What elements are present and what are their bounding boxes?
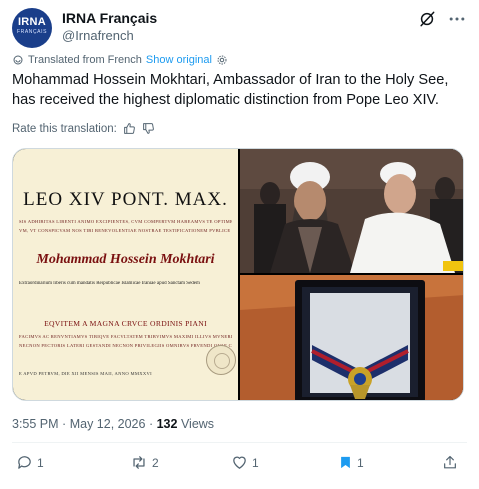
certificate-line: SIS ADHIBITAS LIBENTI ANIMO EXCIPIENTES,… bbox=[19, 219, 232, 224]
media-grid: LEO XIV PONT. MAX. SIS ADHIBITAS LIBENTI… bbox=[12, 148, 464, 401]
share-icon bbox=[444, 455, 456, 469]
like-button[interactable]: 1 bbox=[231, 454, 259, 471]
more-options-icon[interactable] bbox=[447, 9, 467, 29]
repost-icon bbox=[133, 456, 145, 469]
translate-icon bbox=[13, 55, 23, 65]
reply-button[interactable]: 1 bbox=[16, 454, 44, 471]
reply-count: 1 bbox=[37, 455, 44, 470]
like-count: 1 bbox=[252, 455, 259, 470]
views-label: Views bbox=[180, 417, 215, 431]
certificate-order: EQVITEM A MAGNA CRVCE ORDINIS PIANI bbox=[44, 319, 207, 328]
settings-gear-icon[interactable] bbox=[216, 54, 228, 66]
tweet-date[interactable]: May 12, 2026 bbox=[70, 417, 146, 431]
rate-translation: Rate this translation: bbox=[12, 122, 155, 135]
repost-button[interactable]: 2 bbox=[130, 454, 159, 471]
translated-label: Translated from French bbox=[28, 54, 142, 66]
meta-separator: · bbox=[62, 417, 67, 431]
repost-count: 2 bbox=[152, 455, 159, 470]
tweet-header: IRNA FRANÇAIS IRNA Français @Irnafrench bbox=[12, 6, 467, 48]
meta-separator: · bbox=[148, 417, 154, 431]
papal-seal-icon bbox=[206, 345, 236, 375]
tweet-text: Mohammad Hossein Mokhtari, Ambassador of… bbox=[12, 72, 449, 108]
avatar-logo-subtext: FRANÇAIS bbox=[16, 29, 48, 35]
certificate-recipient: Mohammad Hossein Mokhtari bbox=[36, 252, 215, 267]
heart-icon bbox=[233, 456, 246, 469]
tweet-actions: 1 2 1 1 bbox=[12, 452, 467, 476]
display-name[interactable]: IRNA Français bbox=[62, 10, 157, 26]
tweet-time[interactable]: 3:55 PM bbox=[12, 417, 59, 431]
show-original-link[interactable]: Show original bbox=[146, 54, 212, 66]
avatar-logo-text: IRNA bbox=[17, 16, 47, 28]
certificate-line: VM, VT CONSPICVAM NOS TIBI BENEVOLENTIAE… bbox=[19, 228, 232, 233]
bookmark-icon bbox=[341, 456, 350, 469]
rate-translation-label: Rate this translation: bbox=[12, 122, 117, 135]
meeting-photo-illustration bbox=[240, 149, 463, 273]
grok-icon[interactable] bbox=[417, 9, 437, 29]
thumbs-up-icon[interactable] bbox=[123, 122, 136, 135]
medal-box-illustration bbox=[240, 275, 463, 400]
media-image-medal-box[interactable] bbox=[240, 275, 463, 400]
bookmark-count: 1 bbox=[357, 455, 364, 470]
share-button[interactable] bbox=[442, 454, 458, 471]
translation-notice: Translated from French Show original bbox=[12, 53, 228, 67]
tweet-meta: 3:55 PM · May 12, 2026 · 132 Views bbox=[12, 417, 214, 431]
certificate-line: NECNON PECTORIS LATERI GESTANDI NECNON P… bbox=[19, 343, 232, 348]
views-count: 132 bbox=[156, 417, 178, 431]
thumbs-down-icon[interactable] bbox=[142, 122, 155, 135]
user-handle[interactable]: @Irnafrench bbox=[62, 28, 134, 43]
certificate-line: Extraordinarium liberis cum mandatis Rei… bbox=[19, 281, 200, 286]
certificate-line: E APVD PETRVM, DIE XII MENSIS MAII, ANNO… bbox=[19, 371, 152, 376]
bookmark-button[interactable]: 1 bbox=[338, 454, 364, 471]
reply-icon bbox=[18, 456, 31, 469]
media-image-certificate[interactable]: LEO XIV PONT. MAX. SIS ADHIBITAS LIBENTI… bbox=[13, 149, 238, 400]
media-image-meeting-photo[interactable] bbox=[240, 149, 463, 273]
divider bbox=[12, 442, 467, 443]
avatar[interactable]: IRNA FRANÇAIS bbox=[12, 8, 52, 48]
certificate-title: LEO XIV PONT. MAX. bbox=[23, 189, 228, 210]
certificate-line: FACIMVS AC RENVNTIAMVS TIBIQVE FACVLTATE… bbox=[19, 334, 232, 339]
